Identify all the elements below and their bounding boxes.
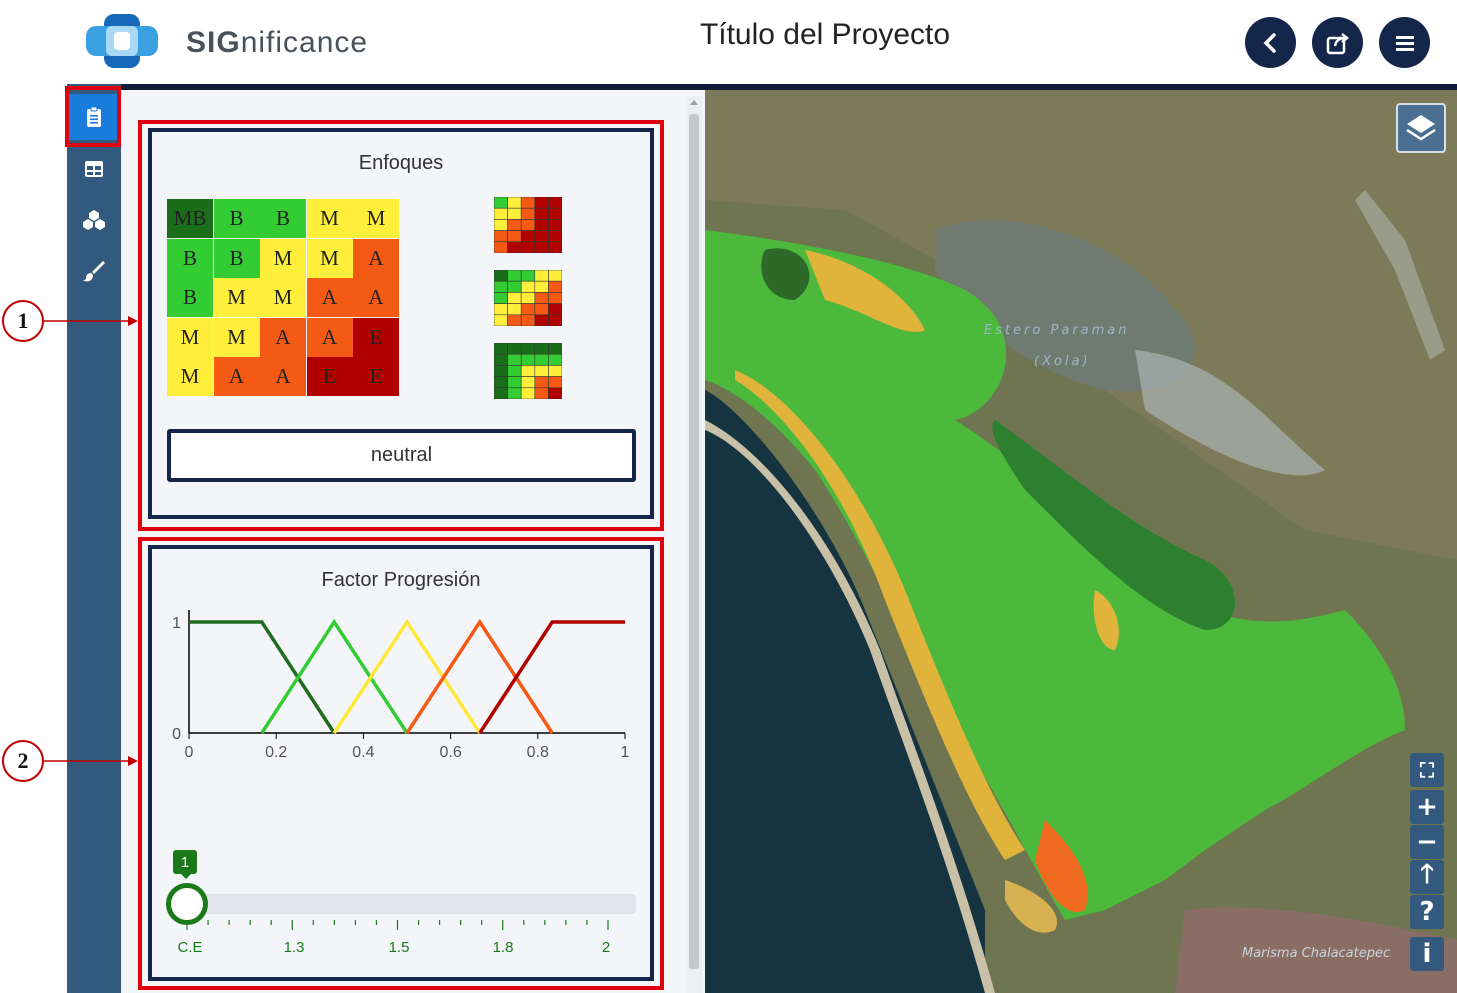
map-label-marisma: Marisma Chalacatepec [1242, 946, 1391, 961]
map-label-estero: Estero Paraman [984, 323, 1130, 338]
annotation-box-2 [138, 537, 664, 990]
panel-scrollbar-thumb[interactable] [689, 114, 699, 969]
back-icon [1263, 32, 1276, 53]
fullscreen-button[interactable]: ⛶ [1410, 753, 1444, 787]
fullscreen-icon: ⛶ [1420, 758, 1434, 782]
satellite-map[interactable] [705, 90, 1457, 993]
info-icon: i [1422, 939, 1432, 969]
callout-1: 1 [2, 300, 44, 342]
north-arrow-icon: 🡑 [1420, 859, 1434, 889]
brush-icon [83, 261, 105, 282]
callout-2: 2 [2, 740, 44, 782]
significance-logo [86, 14, 158, 68]
map-label-xola: (Xola) [1034, 354, 1091, 369]
zoom-out-icon: − [1416, 827, 1438, 857]
layers-button[interactable] [1396, 103, 1446, 153]
annotation-box-1 [138, 120, 664, 531]
back-button[interactable] [1245, 17, 1296, 68]
help-button[interactable]: ? [1410, 895, 1444, 929]
scroll-up-icon[interactable] [689, 98, 699, 106]
sidebar-item-cubes[interactable] [69, 197, 119, 243]
north-arrow-button[interactable]: 🡑 [1410, 859, 1444, 894]
brand-name: SIGnificance [186, 26, 369, 59]
menu-button[interactable] [1379, 17, 1430, 68]
sidebar-item-table[interactable] [69, 146, 119, 192]
callout-arrow-1 [44, 316, 138, 326]
sidebar [67, 84, 121, 993]
cubes-icon [83, 210, 105, 230]
layers-icon [1406, 115, 1436, 141]
project-title: Título del Proyecto [699, 18, 951, 51]
sidebar-item-brush[interactable] [69, 248, 119, 294]
app-header: SIGnificance Título del Proyecto [0, 0, 1457, 84]
menu-icon [1395, 35, 1414, 51]
map-view[interactable]: Estero Paraman (Xola) Marisma Chalacatep… [705, 90, 1457, 993]
annotation-highlight-sidebar [65, 86, 121, 147]
share-button[interactable] [1312, 17, 1363, 68]
callout-arrow-2 [44, 756, 138, 766]
zoom-in-button[interactable]: + [1410, 790, 1444, 824]
share-icon [1326, 32, 1349, 54]
info-button[interactable]: i [1410, 937, 1444, 971]
help-icon: ? [1419, 897, 1435, 927]
zoom-in-icon: + [1416, 792, 1438, 822]
zoom-out-button[interactable]: − [1410, 825, 1444, 859]
table-icon [85, 161, 103, 177]
